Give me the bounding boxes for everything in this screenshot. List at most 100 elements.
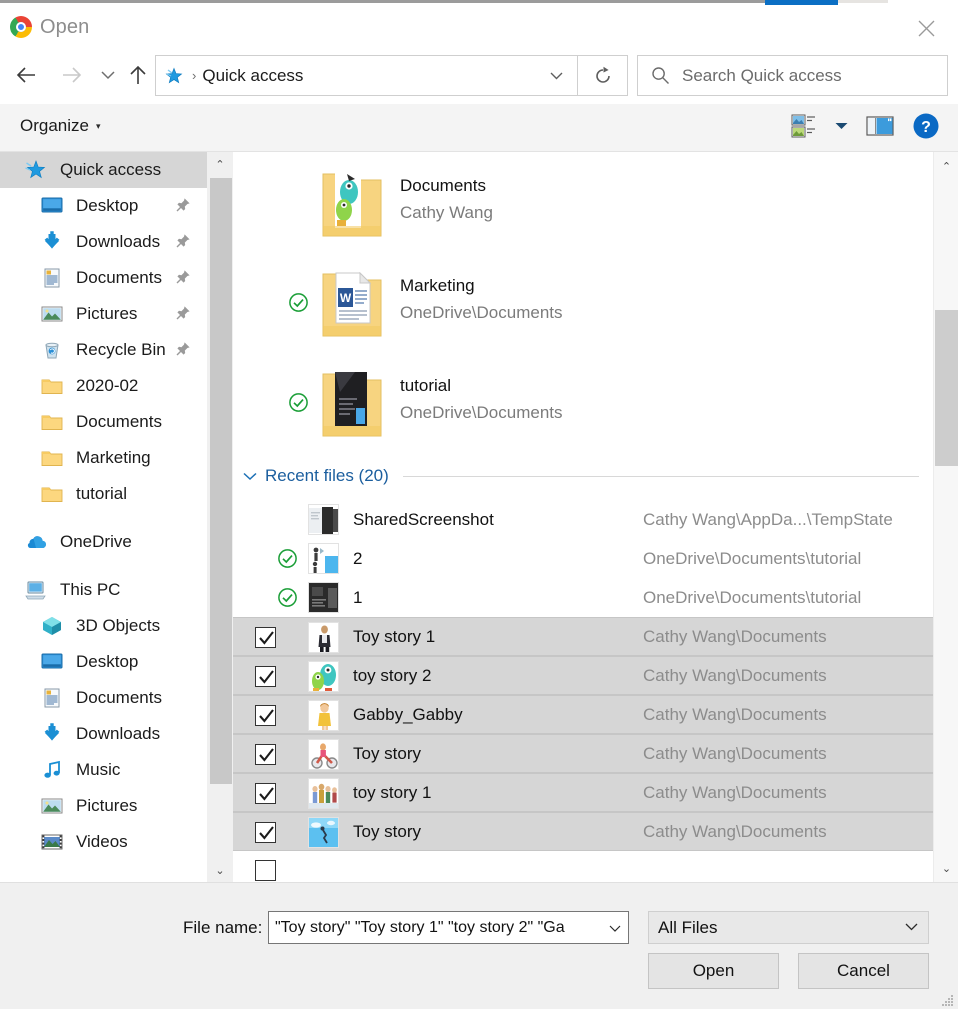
file-name: toy story 2 bbox=[353, 665, 432, 685]
onedrive-icon bbox=[24, 531, 50, 553]
section-divider bbox=[402, 475, 919, 477]
downloads-icon bbox=[40, 231, 66, 253]
sidebar-scrollbar[interactable]: ⌃ ⌄ bbox=[207, 152, 233, 882]
up-button[interactable] bbox=[122, 59, 154, 91]
sidebar-item-label: Pictures bbox=[76, 304, 138, 323]
sidebar-item-marketing[interactable]: Marketing bbox=[0, 440, 207, 476]
chevron-down-icon[interactable] bbox=[609, 921, 621, 935]
address-bar[interactable]: › Quick access bbox=[155, 55, 578, 96]
sidebar-item-label: Desktop bbox=[76, 196, 139, 215]
file-name: Gabby_Gabby bbox=[353, 704, 463, 724]
sidebar-item-documents[interactable]: Documents bbox=[0, 260, 207, 296]
pin-icon[interactable] bbox=[175, 197, 191, 213]
sidebar-item-tutorial[interactable]: tutorial bbox=[0, 476, 207, 512]
sidebar-item-label: Music bbox=[76, 760, 121, 779]
view-layout-button[interactable] bbox=[791, 113, 817, 139]
sidebar-item-pictures[interactable]: Pictures bbox=[0, 788, 207, 824]
file-list-scrollbar-thumb[interactable] bbox=[935, 310, 958, 466]
chrome-logo-icon bbox=[10, 16, 32, 38]
file-checkbox[interactable] bbox=[255, 627, 276, 648]
pin-icon[interactable] bbox=[175, 341, 191, 357]
sidebar-item-this-pc[interactable]: This PC bbox=[0, 572, 207, 608]
pin-icon[interactable] bbox=[175, 305, 191, 321]
sidebar-scroll-up-button[interactable]: ⌃ bbox=[207, 152, 233, 176]
file-checkbox[interactable] bbox=[255, 822, 276, 843]
file-row[interactable]: 1 OneDrive\Documents\tutorial bbox=[233, 578, 933, 617]
folder-tile[interactable]: tutorial OneDrive\Documents bbox=[233, 352, 933, 452]
close-icon bbox=[918, 20, 934, 36]
sidebar-item-label: Downloads bbox=[76, 724, 161, 743]
file-list-pane[interactable]: Documents Cathy Wang W Marketing OneDrive\Do… bbox=[233, 152, 933, 882]
search-input[interactable]: Search Quick access bbox=[682, 66, 842, 86]
resize-grip[interactable] bbox=[942, 994, 954, 1006]
preview-pane-button[interactable] bbox=[866, 115, 894, 137]
sidebar-scrollbar-thumb[interactable] bbox=[210, 178, 232, 784]
pin-icon[interactable] bbox=[175, 233, 191, 249]
chevron-down-icon bbox=[101, 70, 115, 79]
file-name: 1 bbox=[353, 587, 363, 607]
address-dropdown-button[interactable] bbox=[535, 56, 577, 95]
close-button[interactable] bbox=[904, 11, 948, 45]
filetype-dropdown[interactable]: All Files bbox=[648, 911, 929, 944]
file-checkbox[interactable] bbox=[255, 744, 276, 765]
sidebar-scroll-down-button[interactable]: ⌄ bbox=[207, 858, 233, 882]
sidebar-item-recycle-bin[interactable]: Recycle Bin bbox=[0, 332, 207, 368]
organize-button[interactable]: Organize ▾ bbox=[20, 116, 101, 136]
file-list-scrollbar[interactable]: ⌃ ⌄ bbox=[933, 152, 958, 882]
back-button[interactable] bbox=[10, 59, 42, 91]
sidebar-item-2020-02[interactable]: 2020-02 bbox=[0, 368, 207, 404]
view-dropdown-button[interactable] bbox=[835, 122, 848, 130]
cancel-button[interactable]: Cancel bbox=[798, 953, 929, 989]
sidebar-item-desktop[interactable]: Desktop bbox=[0, 188, 207, 224]
file-row[interactable]: toy story 1 Cathy Wang\Documents bbox=[233, 773, 933, 812]
recent-locations-button[interactable] bbox=[92, 59, 124, 91]
file-row[interactable]: Toy story Cathy Wang\Documents bbox=[233, 812, 933, 851]
file-row[interactable]: Toy story Cathy Wang\Documents bbox=[233, 734, 933, 773]
sidebar-item-music[interactable]: Music bbox=[0, 752, 207, 788]
file-checkbox[interactable] bbox=[255, 783, 276, 804]
sidebar-item-documents[interactable]: Documents bbox=[0, 680, 207, 716]
file-list-scroll-down-button[interactable]: ⌄ bbox=[934, 856, 958, 880]
folder-tile[interactable]: Documents Cathy Wang bbox=[233, 152, 933, 252]
sidebar-item-desktop[interactable]: Desktop bbox=[0, 644, 207, 680]
open-button[interactable]: Open bbox=[648, 953, 779, 989]
pin-icon[interactable] bbox=[175, 269, 191, 285]
refresh-button[interactable] bbox=[578, 55, 628, 96]
sidebar-item-videos[interactable]: Videos bbox=[0, 824, 207, 860]
file-row[interactable]: 2 OneDrive\Documents\tutorial bbox=[233, 539, 933, 578]
sidebar-item-downloads[interactable]: Downloads bbox=[0, 716, 207, 752]
downloads-icon bbox=[40, 723, 66, 745]
sidebar-item-label: Documents bbox=[76, 268, 162, 287]
sync-check-icon bbox=[289, 293, 308, 312]
filename-value[interactable]: "Toy story" "Toy story 1" "toy story 2" … bbox=[275, 919, 590, 937]
folder-name: Marketing bbox=[400, 276, 475, 295]
file-row[interactable]: Gabby_Gabby Cathy Wang\Documents bbox=[233, 695, 933, 734]
file-checkbox[interactable] bbox=[255, 666, 276, 687]
forward-button[interactable] bbox=[56, 59, 88, 91]
file-list-scroll-up-button[interactable]: ⌃ bbox=[934, 154, 958, 178]
sync-check-icon bbox=[288, 392, 310, 414]
sidebar-item-label: 3D Objects bbox=[76, 616, 161, 635]
sidebar-item-onedrive[interactable]: OneDrive bbox=[0, 524, 207, 560]
sidebar-item-label: Marketing bbox=[76, 448, 151, 467]
3d-objects-icon bbox=[40, 615, 66, 637]
navigation-sidebar[interactable]: Quick access Desktop Downloads Documents Pic… bbox=[0, 152, 207, 882]
sidebar-item-pictures[interactable]: Pictures bbox=[0, 296, 207, 332]
folder-tile[interactable]: W Marketing OneDrive\Documents bbox=[233, 252, 933, 352]
sidebar-item-3d-objects[interactable]: 3D Objects bbox=[0, 608, 207, 644]
filename-field[interactable]: "Toy story" "Toy story 1" "toy story 2" … bbox=[268, 911, 629, 944]
sidebar-item-quick-access[interactable]: Quick access bbox=[0, 152, 207, 188]
file-row[interactable]: toy story 2 Cathy Wang\Documents bbox=[233, 656, 933, 695]
sidebar-item-downloads[interactable]: Downloads bbox=[0, 224, 207, 260]
file-row[interactable]: SharedScreenshot Cathy Wang\AppDa...\Temp… bbox=[233, 500, 933, 539]
sidebar-item-documents[interactable]: Documents bbox=[0, 404, 207, 440]
file-checkbox[interactable] bbox=[255, 860, 276, 881]
help-button[interactable]: ? bbox=[912, 112, 940, 140]
file-row[interactable]: Toy story 1 Cathy Wang\Documents bbox=[233, 617, 933, 656]
file-checkbox[interactable] bbox=[255, 705, 276, 726]
quick-access-star-icon bbox=[24, 159, 50, 181]
recent-files-section-header[interactable]: Recent files (20) bbox=[233, 452, 933, 500]
search-box[interactable]: Search Quick access bbox=[637, 55, 948, 96]
file-row-partial[interactable] bbox=[233, 851, 933, 882]
chevron-down-icon[interactable] bbox=[243, 468, 257, 484]
